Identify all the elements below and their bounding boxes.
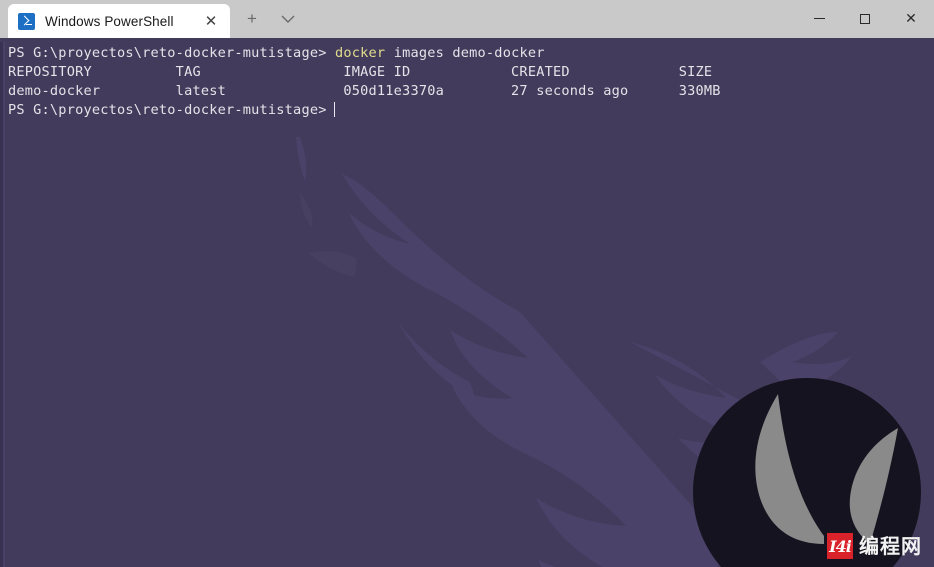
command-args: images demo-docker [385,45,545,61]
wallpaper-graphic [0,42,934,567]
tab-strip: Windows PowerShell ✕ + [0,0,306,38]
close-button[interactable]: ✕ [888,0,934,38]
watermark-text: 编程网 [859,534,922,558]
maximize-button[interactable] [842,0,888,38]
window-controls: ✕ [796,0,934,38]
new-tab-button[interactable]: + [236,3,268,35]
command-name: docker [335,45,386,61]
powershell-window: Windows PowerShell ✕ + ✕ PS G:\proyectos… [0,0,934,567]
prompt-2: PS G:\proyectos\reto-docker-mutistage> [8,102,327,118]
close-icon: ✕ [905,11,917,27]
tab-title: Windows PowerShell [45,13,174,29]
tab-windows-powershell[interactable]: Windows PowerShell ✕ [8,4,230,38]
prompt-1: PS G:\proyectos\reto-docker-mutistage> [8,45,327,61]
minimize-button[interactable] [796,0,842,38]
terminal-left-border-inner [3,42,5,567]
chevron-down-icon[interactable] [272,3,304,35]
powershell-icon [18,12,35,30]
close-tab-icon[interactable]: ✕ [198,8,224,34]
text-cursor [333,102,336,117]
terminal-surface[interactable]: PS G:\proyectos\reto-docker-mutistage> d… [0,42,934,567]
watermark: I4i 编程网 [827,533,922,559]
table-row: demo-docker latest 050d11e3370a 27 secon… [8,83,721,99]
title-bar: Windows PowerShell ✕ + ✕ [0,0,934,42]
watermark-badge-icon: I4i [827,533,853,559]
table-header-row: REPOSITORY TAG IMAGE ID CREATED SIZE [8,64,713,80]
console-output: PS G:\proyectos\reto-docker-mutistage> d… [8,44,721,120]
